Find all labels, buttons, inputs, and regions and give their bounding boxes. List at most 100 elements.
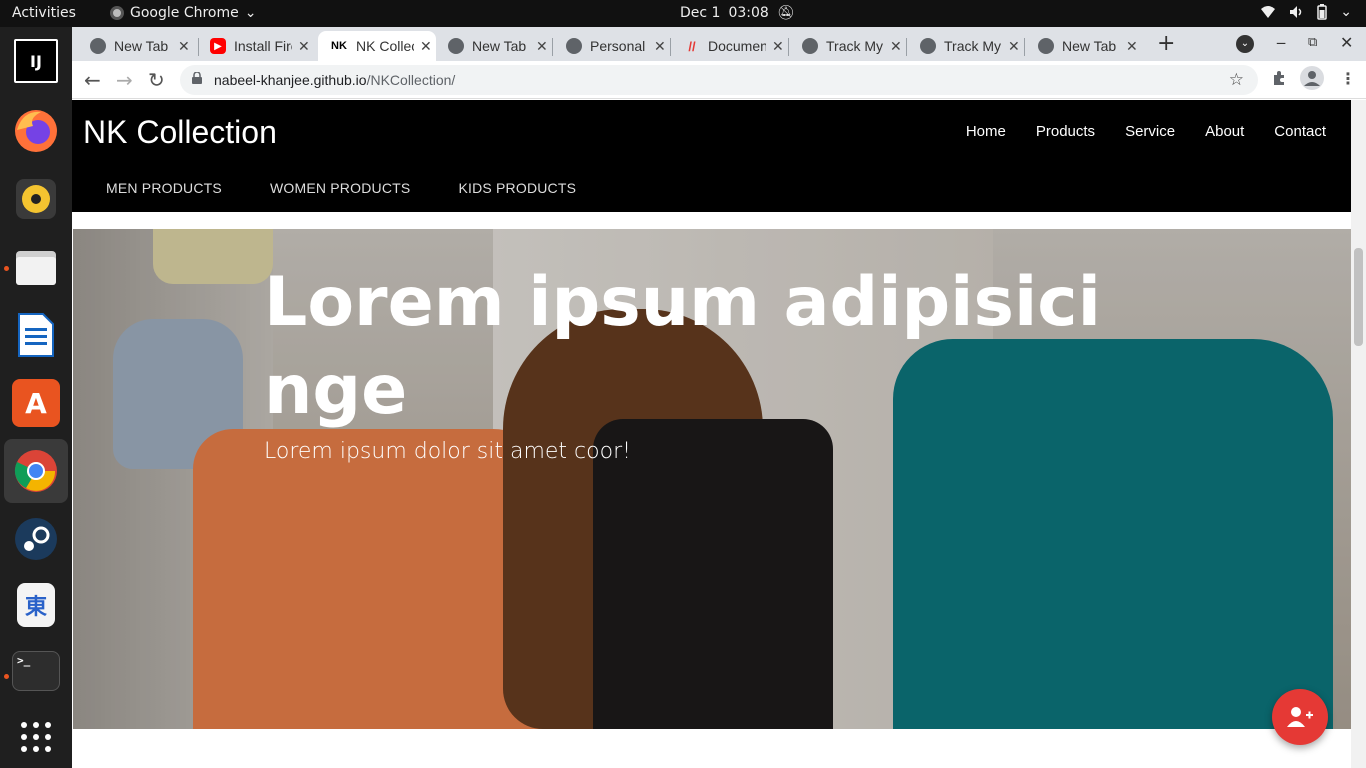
- tab-title: NK Collection: [356, 38, 414, 54]
- page-scrollbar[interactable]: [1351, 100, 1366, 768]
- tab-active[interactable]: NKNK Collection✕: [318, 31, 436, 61]
- app-grid-icon[interactable]: [12, 713, 60, 761]
- running-indicator: [4, 266, 9, 271]
- chrome-favicon: [566, 38, 582, 54]
- nav-service[interactable]: Service: [1125, 123, 1175, 140]
- software-glyph: A: [25, 386, 47, 420]
- tab-search-icon[interactable]: ⌄: [1236, 35, 1254, 53]
- chrome-favicon: [448, 38, 464, 54]
- browser-toolbar: ← → ↻ nabeel-khanjee.github.io/NKCollect…: [72, 61, 1366, 99]
- add-user-icon: [1287, 707, 1313, 727]
- close-icon[interactable]: ✕: [772, 38, 784, 55]
- tab[interactable]: New Tab ✕: [1020, 31, 1138, 61]
- terminal-glyph: >_: [17, 654, 31, 667]
- chrome-favicon: [1038, 38, 1054, 54]
- scrollbar-thumb[interactable]: [1354, 248, 1363, 346]
- volume-icon: [1290, 6, 1302, 18]
- web-page: NK Collection Home Products Service Abou…: [72, 100, 1351, 768]
- lock-icon: [192, 72, 202, 84]
- url-path: /NKCollection/: [366, 72, 456, 88]
- dock: IJ A 東 >_: [0, 27, 72, 768]
- alarm-off-icon: 🔕︎: [776, 5, 795, 21]
- chrome-favicon: [920, 38, 936, 54]
- app-name: Google Chrome: [130, 5, 239, 21]
- profile-avatar[interactable]: [1300, 66, 1324, 90]
- category-nav: MEN PRODUCTS WOMEN PRODUCTS KIDS PRODUCT…: [106, 180, 576, 196]
- close-icon[interactable]: ✕: [298, 38, 310, 55]
- chevron-down-icon: ⌄: [244, 5, 257, 21]
- nav-about[interactable]: About: [1205, 123, 1244, 140]
- hero-subtitle: Lorem ipsum dolor sit amet coor!: [264, 439, 631, 464]
- tab-title: Personal: [590, 38, 646, 54]
- tab[interactable]: Track My ✕: [784, 31, 902, 61]
- nav-home[interactable]: Home: [966, 123, 1006, 140]
- terminal-icon[interactable]: >_: [12, 651, 60, 691]
- close-icon[interactable]: ✕: [1008, 38, 1020, 55]
- address-bar[interactable]: nabeel-khanjee.github.io/NKCollection/ ☆: [180, 65, 1258, 95]
- clock[interactable]: Dec 1 03:08 🔕︎: [680, 5, 795, 21]
- rhythmbox-icon[interactable]: [12, 175, 60, 223]
- category-women[interactable]: WOMEN PRODUCTS: [270, 180, 410, 196]
- person-icon: [1304, 71, 1320, 86]
- chrome-icon[interactable]: [4, 439, 68, 503]
- close-icon[interactable]: ✕: [654, 38, 666, 55]
- site-brand[interactable]: NK Collection: [83, 114, 277, 151]
- reload-button[interactable]: ↻: [148, 68, 165, 92]
- close-icon[interactable]: ✕: [178, 38, 190, 55]
- close-icon[interactable]: ✕: [890, 38, 902, 55]
- date: Dec 1: [680, 5, 721, 21]
- back-button[interactable]: ←: [84, 68, 101, 92]
- extensions-icon[interactable]: [1271, 69, 1289, 87]
- software-icon[interactable]: A: [12, 379, 60, 427]
- hero-banner: Lorem ipsum adipisicinge Lorem ipsum dol…: [73, 229, 1351, 729]
- nk-favicon: NK: [330, 38, 348, 54]
- chrome-icon: [110, 6, 124, 20]
- writer-icon[interactable]: [12, 311, 60, 359]
- close-icon[interactable]: ✕: [1126, 38, 1138, 55]
- intellij-glyph: IJ: [30, 51, 42, 71]
- tab-title: New Tab: [114, 38, 169, 54]
- bookmark-star-icon[interactable]: ☆: [1229, 70, 1244, 90]
- tab-title: New Tab: [472, 38, 527, 54]
- forward-button[interactable]: →: [116, 68, 133, 92]
- chrome-favicon: [90, 38, 106, 54]
- tab[interactable]: // Documents ✕: [666, 31, 784, 61]
- activities-button[interactable]: Activities: [12, 5, 76, 21]
- tab-title: Track My: [826, 38, 884, 54]
- input-method-glyph: 東: [24, 595, 47, 620]
- intellij-icon[interactable]: IJ: [14, 39, 58, 83]
- files-icon[interactable]: [12, 243, 60, 291]
- tab-strip: New Tab ✕ ▶ Install Firefox ✕ NK NK Collecti…: [72, 27, 1366, 61]
- system-top-bar: Activities Google Chrome ⌄ Dec 1 03:08 🔕…: [0, 0, 1366, 27]
- tab[interactable]: Personal ✕: [548, 31, 666, 61]
- minimize-button[interactable]: ‒: [1276, 33, 1286, 52]
- steam-icon[interactable]: [12, 515, 60, 563]
- close-window-button[interactable]: ✕: [1340, 33, 1353, 52]
- tab[interactable]: New Tab ✕: [72, 31, 190, 61]
- nav-contact[interactable]: Contact: [1274, 123, 1326, 140]
- youtube-favicon: ▶: [210, 38, 226, 54]
- site-header: NK Collection Home Products Service Abou…: [72, 100, 1351, 212]
- running-indicator: [4, 674, 9, 679]
- chrome-favicon: [802, 38, 818, 54]
- app-menu[interactable]: Google Chrome ⌄: [110, 5, 256, 21]
- tab-title: Track My: [944, 38, 1002, 54]
- nav-products[interactable]: Products: [1036, 123, 1095, 140]
- restore-button[interactable]: ⧉: [1308, 35, 1317, 50]
- wifi-icon: [1261, 6, 1276, 18]
- menu-kebab-icon[interactable]: ⋮: [1340, 69, 1356, 88]
- tab[interactable]: ▶ Install Firefox ✕: [192, 31, 310, 61]
- hero-title: Lorem ipsum adipisicinge: [264, 263, 1101, 430]
- add-user-button[interactable]: [1272, 689, 1328, 745]
- category-kids[interactable]: KIDS PRODUCTS: [458, 180, 576, 196]
- system-tray[interactable]: ⌄: [1260, 4, 1352, 20]
- tab[interactable]: New Tab ✕: [430, 31, 548, 61]
- battery-icon: [1317, 4, 1328, 20]
- tab-title: Documents: [708, 38, 766, 54]
- tab[interactable]: Track My ✕: [902, 31, 1020, 61]
- category-men[interactable]: MEN PRODUCTS: [106, 180, 222, 196]
- close-icon[interactable]: ✕: [536, 38, 548, 55]
- input-method-icon[interactable]: 東: [17, 583, 55, 627]
- firefox-icon[interactable]: [12, 107, 60, 155]
- new-tab-button[interactable]: +: [1157, 31, 1175, 56]
